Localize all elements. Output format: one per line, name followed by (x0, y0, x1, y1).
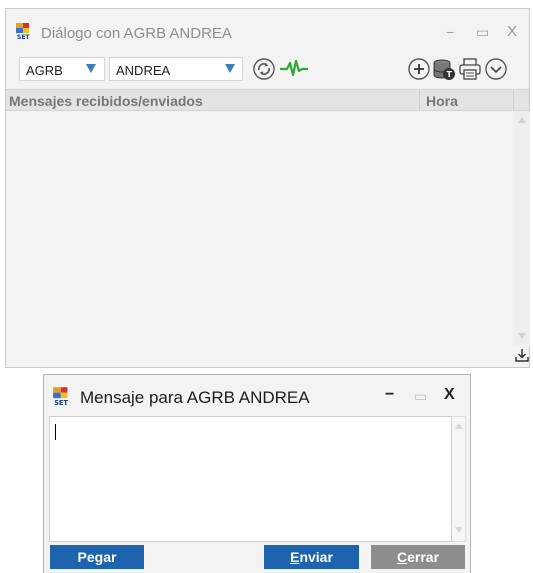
chat-dialog-window: SET Diálogo con AGRB ANDREA − ▭ X AGRB A… (5, 8, 530, 368)
set-logo-icon: SET (16, 23, 30, 40)
company-select[interactable]: AGRB (19, 57, 105, 81)
chevron-down-icon[interactable] (484, 57, 508, 81)
svg-text:T: T (447, 70, 453, 79)
window-title: Mensaje para AGRB ANDREA (80, 388, 310, 407)
scroll-down-arrow-icon[interactable] (455, 527, 463, 533)
company-select-value: AGRB (26, 63, 63, 78)
download-icon[interactable] (514, 347, 530, 363)
column-divider (513, 90, 514, 110)
column-header-messages[interactable]: Mensajes recibidos/enviados (9, 93, 203, 109)
print-icon[interactable] (458, 57, 482, 81)
scroll-up-arrow-icon[interactable] (455, 423, 463, 429)
paste-button[interactable]: Pegar (50, 545, 144, 569)
message-list-scrollbar[interactable] (514, 111, 530, 346)
close-dialog-button[interactable]: Cerrar (371, 545, 465, 569)
svg-text:SET: SET (54, 399, 68, 406)
activity-icon[interactable] (279, 57, 309, 81)
minimize-button[interactable]: − (446, 25, 454, 39)
title-bar[interactable]: SET Diálogo con AGRB ANDREA − ▭ X (6, 9, 529, 51)
paste-button-label: Pegar (77, 549, 117, 565)
message-list[interactable] (6, 111, 514, 351)
text-caret (55, 424, 56, 440)
toolbar: AGRB ANDREA T (6, 52, 529, 86)
set-logo-icon: SET (53, 387, 68, 406)
column-divider (419, 90, 420, 110)
add-icon[interactable] (407, 57, 431, 81)
user-select-value: ANDREA (116, 63, 171, 78)
database-icon[interactable]: T (432, 57, 456, 81)
window-title: Diálogo con AGRB ANDREA (41, 25, 232, 42)
send-button[interactable]: Enviar (264, 545, 359, 569)
message-list-header: Mensajes recibidos/enviados Hora (6, 89, 529, 111)
user-select[interactable]: ANDREA (109, 57, 243, 81)
dropdown-arrow-icon[interactable] (86, 64, 96, 73)
maximize-button[interactable]: ▭ (414, 389, 427, 403)
dropdown-arrow-icon[interactable] (225, 64, 235, 73)
close-button-label: errar (407, 549, 440, 565)
close-button[interactable]: X (507, 24, 517, 39)
scroll-up-arrow-icon[interactable] (518, 117, 526, 123)
maximize-button[interactable]: ▭ (476, 25, 489, 39)
title-bar[interactable]: SET Mensaje para AGRB ANDREA − ▭ X (44, 375, 470, 415)
message-compose-window: SET Mensaje para AGRB ANDREA − ▭ X Pegar… (43, 374, 471, 573)
scroll-down-arrow-icon[interactable] (518, 333, 526, 339)
minimize-button[interactable]: − (385, 387, 394, 403)
message-input-scrollbar[interactable] (452, 416, 466, 542)
column-header-time[interactable]: Hora (426, 93, 458, 109)
svg-text:SET: SET (17, 34, 30, 40)
close-button[interactable]: X (444, 387, 455, 403)
refresh-icon[interactable] (252, 57, 276, 81)
send-button-label: nviar (299, 549, 333, 565)
close-button-mnemonic: C (396, 549, 408, 565)
message-input[interactable] (49, 416, 452, 542)
